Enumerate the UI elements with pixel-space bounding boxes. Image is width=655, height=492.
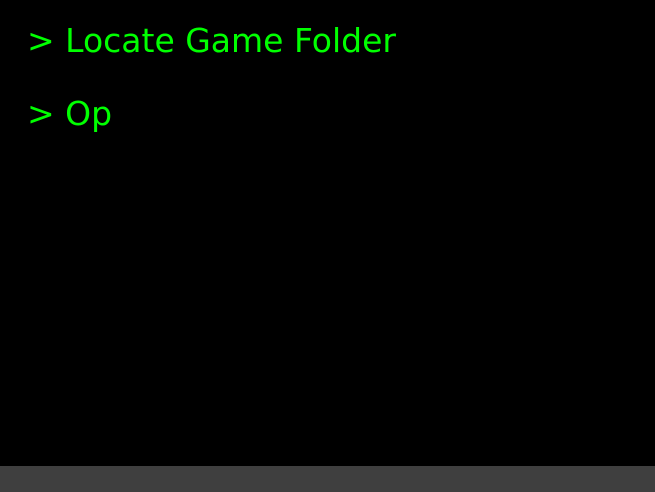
terminal-screen: > Locate Game Folder > Op (0, 0, 655, 466)
menu-item-locate-game-folder[interactable]: > Locate Game Folder (27, 21, 396, 61)
menu-item-open-partial[interactable]: > Op (27, 94, 112, 134)
bottom-bar (0, 466, 655, 492)
